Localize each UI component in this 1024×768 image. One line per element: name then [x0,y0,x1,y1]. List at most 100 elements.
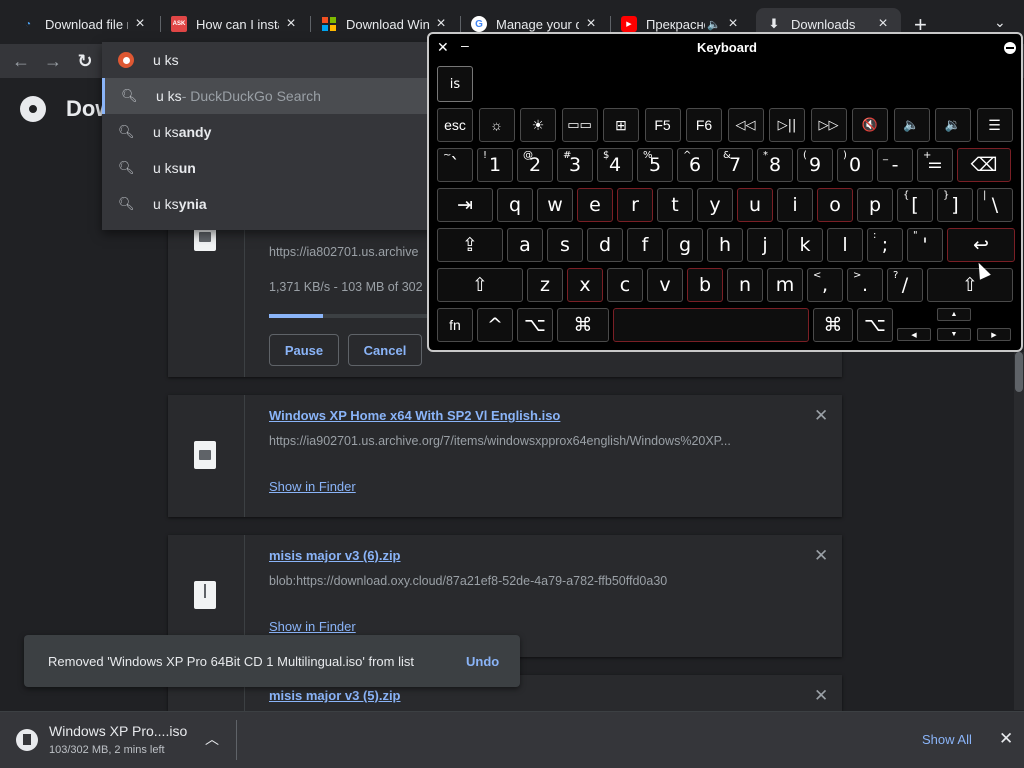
key-symbol[interactable]: ? / [887,268,923,302]
key-y[interactable]: y [697,188,733,222]
key-symbol[interactable]: | \ [977,188,1013,222]
key-d[interactable]: d [587,228,623,262]
forward-arrow-icon[interactable]: → [42,50,64,72]
shelf-filename[interactable]: Windows XP Pro....iso [49,723,187,739]
key-f6[interactable]: F6 [686,108,722,142]
key-5[interactable]: % 5 [637,148,673,182]
key-symbol[interactable]: }] [937,188,973,222]
tab-download-file[interactable]: ◔ Download file r × [10,8,158,40]
key-symbol[interactable]: 🔈 [893,108,930,142]
key-n[interactable]: n [727,268,763,302]
close-tab-icon[interactable]: × [132,15,148,33]
key-symbol[interactable]: ↩ [947,228,1015,262]
key-symbol[interactable]: ⇪ [437,228,503,262]
key-symbol[interactable]: ◁◁ [727,108,764,142]
close-tab-icon[interactable]: × [875,15,891,33]
key-symbol[interactable]: ⊞ [603,108,639,142]
key-symbol[interactable]: ⇥ [437,188,493,222]
key-i[interactable]: i [777,188,813,222]
close-shelf-icon[interactable]: ✕ [999,729,1013,749]
key-2[interactable]: @2 [517,148,553,182]
key-f5[interactable]: F5 [644,108,681,142]
reload-icon[interactable]: ↻ [74,50,96,72]
key-symbol[interactable]: <, [807,268,843,302]
key-f[interactable]: f [627,228,663,262]
key-9[interactable]: (9 [797,148,833,182]
key-b[interactable]: b [687,268,723,302]
key-symbol[interactable]: ▭▭ [561,108,598,142]
remove-from-list-icon[interactable]: ✕ [814,406,828,426]
audio-playing-icon[interactable]: 🔈 [707,18,721,31]
key-symbol[interactable]: ⌥ [517,308,553,342]
key-symbol[interactable]: ⌫ [957,148,1011,182]
key-c[interactable]: c [607,268,643,302]
key-fn[interactable]: fn [437,308,473,342]
key-o[interactable]: o [817,188,853,222]
shelf-options-chevron-icon[interactable]: ︿ [205,729,219,749]
remove-from-list-icon[interactable]: ✕ [814,686,828,706]
key-3[interactable]: #3 [557,148,593,182]
key-w[interactable]: w [537,188,573,222]
download-file-link[interactable]: misis major v3 (5).zip [269,688,401,703]
close-tab-icon[interactable]: × [283,15,299,33]
key-h[interactable]: h [707,228,743,262]
arrow-left-key[interactable]: ◀ [897,328,931,341]
key-e[interactable]: e [577,188,613,222]
arrow-up-key[interactable]: ▲ [937,308,971,321]
key-symbol[interactable]: ⌥ [857,308,893,342]
tab-search-chevron-icon[interactable]: ⌄ [994,14,1006,31]
key-v[interactable]: v [647,268,683,302]
key-symbol[interactable]: :; [867,228,903,262]
key-symbol[interactable]: ▷▷ [810,108,847,142]
key-a[interactable]: a [507,228,543,262]
key-space[interactable] [613,308,809,342]
key-u[interactable]: u [737,188,773,222]
undo-button[interactable]: Undo [466,654,499,669]
cancel-button[interactable]: Cancel [348,334,422,366]
key-0[interactable]: ) 0 [837,148,873,182]
key-symbol[interactable]: ☰ [976,108,1013,142]
key-symbol[interactable]: " ' [907,228,943,262]
download-file-link[interactable]: Windows XP Home x64 With SP2 Vl English.… [269,408,560,423]
tab-how-can-i-install[interactable]: ASK How can I insta × [161,8,309,40]
key-symbol[interactable]: ⌘ [813,308,853,342]
show-all-button[interactable]: Show All [922,732,972,747]
key-r[interactable]: r [617,188,653,222]
download-file-link[interactable]: misis major v3 (6).zip [269,548,401,563]
pause-button[interactable]: Pause [269,334,339,366]
key-1[interactable]: ! 1 [477,148,513,182]
key-6[interactable]: ^ 6 [677,148,713,182]
key-x[interactable]: x [567,268,603,302]
key-symbol[interactable]: ⌘ [557,308,609,342]
key-symbol[interactable]: >. [847,268,883,302]
suggestion-item[interactable]: 🔍︎ u ks un [102,150,442,186]
remove-from-list-icon[interactable]: ✕ [814,546,828,566]
key-z[interactable]: z [527,268,563,302]
arrow-down-key[interactable]: ▼ [937,328,971,341]
key-s[interactable]: s [547,228,583,262]
key-symbol[interactable]: 🔇 [852,108,888,142]
suggestion-duckduckgo-search[interactable]: 🔍︎ u ks - DuckDuckGo Search [102,78,442,114]
key-j[interactable]: j [747,228,783,262]
key-4[interactable]: $4 [597,148,633,182]
key-symbol[interactable]: ^ [477,308,513,342]
key-l[interactable]: l [827,228,863,262]
key-symbol[interactable]: ▷|| [769,108,805,142]
key-esc[interactable]: esc [437,108,473,142]
arrow-right-key[interactable]: ▶ [977,328,1011,341]
scrollbar-thumb[interactable] [1015,352,1023,392]
close-tab-icon[interactable]: × [725,15,741,33]
key-t[interactable]: t [657,188,693,222]
key-symbol[interactable]: ☼ [478,108,515,142]
omnibox-input-row[interactable]: u ks [102,42,442,78]
close-tab-icon[interactable]: × [583,15,599,33]
page-scrollbar[interactable] [1014,352,1024,710]
key-symbol[interactable]: ☀ [520,108,556,142]
key-8[interactable]: * 8 [757,148,793,182]
key-symbol[interactable]: ⇧ [437,268,523,302]
candidate-word-button[interactable]: is [437,66,473,102]
key-symbol[interactable]: {[ [897,188,933,222]
key-7[interactable]: & 7 [717,148,753,182]
show-in-finder-link[interactable]: Show in Finder [269,479,356,494]
show-in-finder-link[interactable]: Show in Finder [269,619,356,634]
